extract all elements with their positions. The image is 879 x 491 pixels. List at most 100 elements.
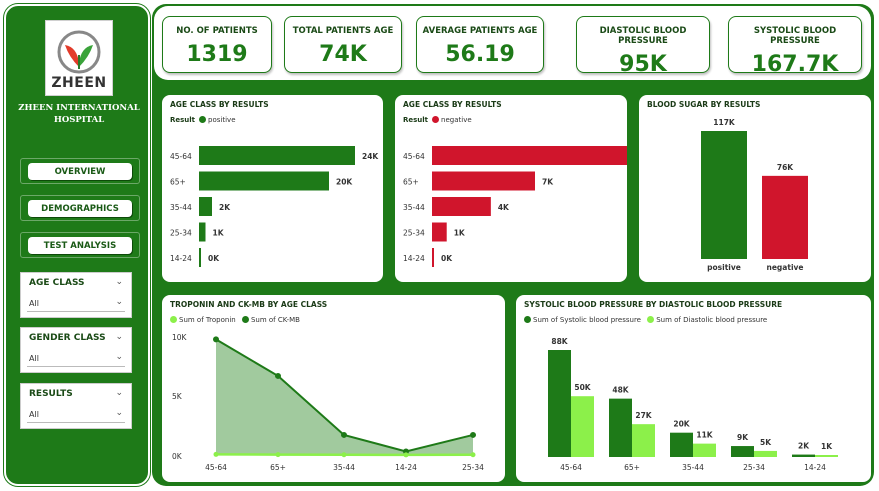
slicer-underline xyxy=(27,311,125,312)
bar xyxy=(199,146,355,165)
chevron-down-icon[interactable]: ⌄ xyxy=(115,332,123,342)
category-label: 65+ xyxy=(403,178,419,187)
bar xyxy=(609,398,632,457)
bar xyxy=(731,446,754,457)
kpi-strip: NO. OF PATIENTS 1319 TOTAL PATIENTS AGE … xyxy=(154,6,871,80)
bar xyxy=(762,175,808,259)
category-label: 14-24 xyxy=(804,463,826,472)
category-label: 65+ xyxy=(170,178,186,187)
category-label: 35-44 xyxy=(170,203,192,212)
point-troponin xyxy=(213,451,219,457)
nav-demographics-button[interactable]: DEMOGRAPHICS xyxy=(28,200,132,217)
leaf-logo-icon xyxy=(57,30,101,74)
kpi-card-diastolic: DIASTOLIC BLOOD PRESSURE 95K xyxy=(576,16,710,77)
kpi-label: SYSTOLIC BLOOD PRESSURE xyxy=(753,26,837,46)
data-label: 27K xyxy=(635,411,652,420)
kpi-value: 74K xyxy=(319,42,367,67)
category-label: 45-64 xyxy=(170,152,192,161)
bar xyxy=(432,146,627,165)
point-ckmb xyxy=(275,372,281,379)
kpi-card-total-age: TOTAL PATIENTS AGE 74K xyxy=(284,16,402,73)
bar xyxy=(670,432,693,457)
bar xyxy=(815,455,838,457)
bar xyxy=(199,197,212,216)
slicer-value[interactable]: All xyxy=(29,299,39,308)
category-label: 65+ xyxy=(624,463,640,472)
point-ckmb xyxy=(213,336,219,343)
category-label: positive xyxy=(707,263,741,272)
bar xyxy=(199,222,206,242)
bar xyxy=(792,454,815,457)
slicer-underline xyxy=(27,422,125,423)
chevron-down-icon[interactable]: ⌄ xyxy=(115,388,123,398)
kpi-card-average-age: AVERAGE PATIENTS AGE 56.19 xyxy=(416,16,544,73)
bar xyxy=(432,222,447,242)
nav-overview-button[interactable]: OVERVIEW xyxy=(28,163,132,180)
chart-age-class-negative: AGE CLASS BY RESULTS Result negative 45-6… xyxy=(395,95,627,282)
chart-plot: 117K positive 76K negative xyxy=(701,118,808,272)
data-label: 11K xyxy=(696,431,713,440)
bar xyxy=(701,131,747,259)
bar xyxy=(754,450,777,457)
kpi-label: DIASTOLIC BLOOD PRESSURE xyxy=(599,26,687,46)
category-label: 35-44 xyxy=(682,463,704,472)
slicer-age-class[interactable]: AGE CLASS ⌄ All ⌄ xyxy=(20,272,132,318)
nav-test-analysis-button[interactable]: TEST ANALYSIS xyxy=(28,237,132,254)
tick-label: 10K xyxy=(172,333,188,342)
point-troponin xyxy=(403,452,409,458)
bar xyxy=(632,424,655,457)
chevron-down-icon[interactable]: ⌄ xyxy=(115,408,123,418)
data-label: 2K xyxy=(798,442,810,451)
slicer-results[interactable]: RESULTS ⌄ All ⌄ xyxy=(20,383,132,429)
data-label: 48K xyxy=(612,386,629,395)
bar xyxy=(432,197,491,216)
category-label: 14-24 xyxy=(395,463,417,472)
chevron-down-icon[interactable]: ⌄ xyxy=(115,352,123,362)
category-label: 45-64 xyxy=(560,463,582,472)
bar xyxy=(571,396,594,457)
category-label: 14-24 xyxy=(403,254,425,263)
bar xyxy=(199,248,201,267)
category-label: 14-24 xyxy=(170,254,192,263)
category-label: 25-34 xyxy=(403,229,425,238)
kpi-value: 1319 xyxy=(186,42,248,67)
point-troponin xyxy=(275,452,281,458)
data-label: 50K xyxy=(574,383,591,392)
bar xyxy=(199,171,329,191)
data-label: 20K xyxy=(673,420,690,429)
data-label: 88K xyxy=(551,337,568,346)
tick-label: 5K xyxy=(172,392,183,401)
category-label: 45-64 xyxy=(403,152,425,161)
data-label: 117K xyxy=(713,118,736,127)
data-label: 5K xyxy=(760,438,772,447)
bar xyxy=(548,350,571,457)
chevron-down-icon[interactable]: ⌄ xyxy=(115,277,123,287)
category-label: negative xyxy=(767,263,804,272)
slicer-value[interactable]: All xyxy=(29,354,39,363)
point-troponin xyxy=(470,452,476,458)
data-label: 20K xyxy=(336,178,353,187)
point-troponin xyxy=(341,452,347,458)
slicer-gender-class[interactable]: GENDER CLASS ⌄ All ⌄ xyxy=(20,327,132,373)
slicer-value[interactable]: All xyxy=(29,410,39,419)
hospital-name-line1: ZHEEN INTERNATIONAL xyxy=(18,103,140,113)
logo-text: ZHEEN xyxy=(51,75,107,91)
hospital-name-line2: HOSPITAL xyxy=(53,115,105,125)
slicer-title: AGE CLASS xyxy=(29,278,85,288)
chart-blood-sugar: BLOOD SUGAR BY RESULTS 117K positive 76K ne… xyxy=(639,95,871,282)
data-label: 1K xyxy=(213,229,225,238)
kpi-value: 167.7K xyxy=(751,52,839,77)
category-label: 35-44 xyxy=(333,463,355,472)
slicer-title: GENDER CLASS xyxy=(29,333,106,343)
kpi-label: TOTAL PATIENTS AGE xyxy=(292,26,394,36)
category-label: 25-34 xyxy=(170,229,192,238)
chart-plot: 10K 5K 0K 45-64 65+ 35-44 14-24 25-34 xyxy=(172,333,484,472)
slicer-underline xyxy=(27,366,125,367)
chevron-down-icon[interactable]: ⌄ xyxy=(115,297,123,307)
kpi-card-patients: NO. OF PATIENTS 1319 xyxy=(162,16,272,73)
chart-plot: 45-6414K65+7K35-444K25-341K14-240K xyxy=(403,146,627,267)
data-label: 7K xyxy=(542,178,554,187)
chart-plot: 88K 50K 45-64 48K 27K 65+ 20K 11K 35-44 9K 5K 25-34… xyxy=(548,337,838,472)
category-label: 65+ xyxy=(270,463,286,472)
category-label: 35-44 xyxy=(403,203,425,212)
